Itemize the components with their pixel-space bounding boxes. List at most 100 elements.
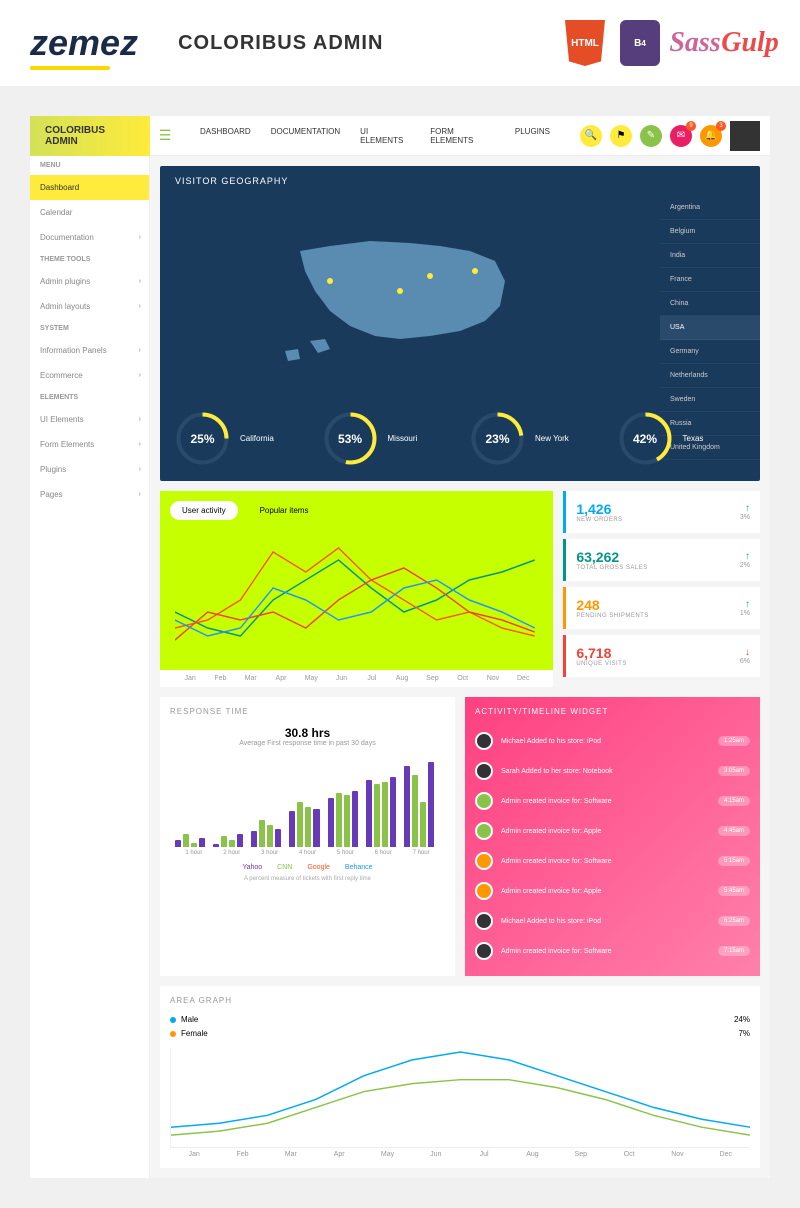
nav-ui-elements[interactable]: UI ELEMENTS	[360, 127, 410, 145]
bar	[297, 802, 303, 847]
top-nav: DASHBOARD DOCUMENTATION UI ELEMENTS FORM EL…	[180, 127, 570, 145]
nav-form-elements[interactable]: FORM ELEMENTS	[430, 127, 495, 145]
arrow-up-icon: ↑	[740, 551, 750, 562]
chevron-right-icon: ›	[139, 491, 141, 498]
timeline-time: 4:45am	[718, 826, 750, 836]
top-bar: COLORIBUS ADMIN ☰ DASHBOARD DOCUMENTATION…	[30, 116, 770, 156]
country-china[interactable]: China	[660, 292, 760, 316]
kpi-card[interactable]: 63,262TOTAL GROSS SALES↑2%	[563, 539, 760, 581]
bar	[404, 766, 410, 847]
bar	[328, 798, 334, 848]
kpi-pct: 6%	[740, 658, 750, 665]
bar	[183, 834, 189, 848]
country-netherlands[interactable]: Netherlands	[660, 364, 760, 388]
bar	[412, 775, 418, 847]
app-brand[interactable]: COLORIBUS ADMIN	[30, 116, 150, 156]
avatar[interactable]	[730, 121, 760, 151]
timeline-panel: ACTIVITY/TIMELINE WIDGET Michael Added t…	[465, 697, 760, 976]
stat-texas: 42%Texas	[618, 411, 746, 466]
timeline-time: 6:25am	[718, 916, 750, 926]
country-france[interactable]: France	[660, 268, 760, 292]
nav-plugins[interactable]: PLUGINS	[515, 127, 550, 145]
geography-title: VISITOR GEOGRAPHY	[160, 166, 760, 196]
sidebar-item-information-panels[interactable]: Information Panels›	[30, 338, 149, 363]
country-argentina[interactable]: Argentina	[660, 196, 760, 220]
activity-chart	[160, 530, 553, 670]
flag-icon[interactable]: ⚑	[610, 125, 632, 147]
nav-dashboard[interactable]: DASHBOARD	[200, 127, 251, 145]
sidebar-item-ecommerce[interactable]: Ecommerce ›	[30, 363, 149, 388]
response-subtitle: Average First response time in past 30 d…	[170, 740, 445, 747]
response-legend: YahooCNNGoogleBehance	[170, 864, 445, 871]
area-legend-item: Female7%	[170, 1029, 750, 1038]
kpi-value: 63,262	[576, 549, 647, 565]
bar	[175, 840, 181, 847]
timeline-text: Sarah Added to her store: Notebook	[501, 768, 710, 775]
edit-icon[interactable]: ✎	[640, 125, 662, 147]
mail-icon[interactable]: ✉9	[670, 125, 692, 147]
sidebar-item-admin-plugins[interactable]: Admin plugins›	[30, 269, 149, 294]
tab-user-activity[interactable]: User activity	[170, 501, 238, 520]
area-legend: Male24%Female7%	[170, 1015, 750, 1038]
sidebar-item-dashboard[interactable]: Dashboard	[30, 175, 149, 200]
side-section: THEME TOOLS	[30, 250, 149, 269]
timeline-item: Admin created invoice for: Software5:15a…	[475, 846, 750, 876]
bar	[289, 811, 295, 847]
side-section: MENU	[30, 156, 149, 175]
sidebar-item-pages[interactable]: Pages ›	[30, 482, 149, 507]
sidebar-item-documentation[interactable]: Documentation›	[30, 225, 149, 250]
timeline-text: Admin created invoice for: Apple	[501, 888, 710, 895]
sidebar-item-label: Documentation	[40, 233, 94, 242]
sidebar-item-label: Admin layouts	[40, 302, 90, 311]
chevron-right-icon: ›	[139, 372, 141, 379]
area-xaxis: JanFebMarAprMayJunJulAugSepOctNovDec	[170, 1148, 750, 1158]
bootstrap-icon: B4	[620, 20, 660, 66]
sidebar-item-plugins[interactable]: Plugins›	[30, 457, 149, 482]
search-icon[interactable]: 🔍	[580, 125, 602, 147]
nav-documentation[interactable]: DOCUMENTATION	[271, 127, 340, 145]
timeline-time: 4:15am	[718, 796, 750, 806]
arrow-up-icon: ↑	[740, 503, 750, 514]
usa-map[interactable]	[160, 196, 660, 396]
bell-icon[interactable]: 🔔3	[700, 125, 722, 147]
sidebar-item-ui-elements[interactable]: UI Elements›	[30, 407, 149, 432]
activity-panel: User activity Popular items JanFebMarApr…	[160, 491, 553, 687]
side-section: ELEMENTS	[30, 388, 149, 407]
sidebar-item-label: Pages	[40, 490, 63, 499]
country-sweden[interactable]: Sweden	[660, 388, 760, 412]
sidebar-item-label: Admin plugins	[40, 277, 90, 286]
sidebar-item-form-elements[interactable]: Form Elements›	[30, 432, 149, 457]
country-usa[interactable]: USA	[660, 316, 760, 340]
sidebar-item-calendar[interactable]: Calendar	[30, 200, 149, 225]
legend-item: Google	[307, 864, 330, 871]
kpi-value: 6,718	[576, 645, 627, 661]
kpi-card[interactable]: 1,426NEW ORDERS↑3%	[563, 491, 760, 533]
country-india[interactable]: India	[660, 244, 760, 268]
kpi-label: UNIQUE VISITS	[576, 661, 627, 667]
bar	[344, 795, 350, 847]
response-xaxis: 1 hour2 hour3 hour4 hour5 hour6 hour7 ho…	[170, 847, 445, 859]
timeline-list: Michael Added to his store: iPod1:25amSa…	[475, 726, 750, 966]
tab-popular-items[interactable]: Popular items	[248, 501, 321, 520]
kpi-label: PENDING SHIPMENTS	[576, 613, 649, 619]
timeline-text: Admin created invoice for: Software	[501, 798, 710, 805]
sidebar-item-admin-layouts[interactable]: Admin layouts ›	[30, 294, 149, 319]
response-panel: RESPONSE TIME 30.8 hrs Average First res…	[160, 697, 455, 976]
timeline-item: Sarah Added to her store: Notebook3:05am	[475, 756, 750, 786]
chevron-right-icon: ›	[139, 303, 141, 310]
response-value: 30.8 hrs	[170, 726, 445, 740]
stat-california: 25%California	[175, 411, 303, 466]
sidebar-item-label: Ecommerce	[40, 371, 83, 380]
legend-item: CNN	[277, 864, 292, 871]
legend-dot	[170, 1017, 176, 1023]
country-germany[interactable]: Germany	[660, 340, 760, 364]
kpi-value: 1,426	[576, 501, 622, 517]
menu-toggle-icon[interactable]: ☰	[150, 116, 180, 156]
timeline-time: 5:45am	[718, 886, 750, 896]
bar	[251, 831, 257, 847]
timeline-item: Michael Added to his store: iPod6:25am	[475, 906, 750, 936]
country-belgium[interactable]: Belgium	[660, 220, 760, 244]
kpi-card[interactable]: 248PENDING SHIPMENTS↑1%	[563, 587, 760, 629]
bar	[305, 807, 311, 848]
kpi-card[interactable]: 6,718UNIQUE VISITS↓6%	[563, 635, 760, 677]
